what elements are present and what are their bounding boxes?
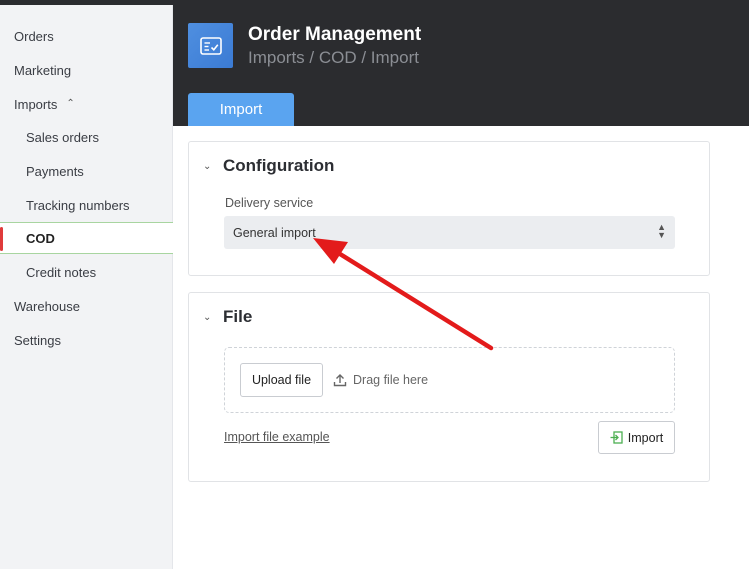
chevron-down-icon: ⌄ xyxy=(203,311,212,323)
sidebar-item-warehouse[interactable]: Warehouse xyxy=(0,290,173,322)
section-title: Configuration xyxy=(223,156,335,175)
import-icon xyxy=(610,431,623,444)
configuration-header[interactable]: ⌄ Configuration xyxy=(203,156,334,176)
sidebar-item-payments[interactable]: Payments xyxy=(0,155,173,187)
file-header[interactable]: ⌄ File xyxy=(203,307,252,327)
sidebar-item-marketing[interactable]: Marketing xyxy=(0,54,173,86)
delivery-service-label: Delivery service xyxy=(225,196,314,210)
chevron-down-icon: ⌄ xyxy=(203,160,212,172)
sidebar-item-sales-orders[interactable]: Sales orders xyxy=(0,121,173,153)
delivery-service-select[interactable]: General import ▲ ▼ xyxy=(224,216,675,249)
sidebar-item-label: Orders xyxy=(14,28,54,44)
sidebar-item-label: Credit notes xyxy=(26,264,97,280)
page-title: Order Management xyxy=(248,24,422,45)
sidebar-item-label: Payments xyxy=(26,163,84,179)
sidebar-item-label: Sales orders xyxy=(26,129,99,145)
configuration-card: ⌄ Configuration Delivery service General… xyxy=(188,141,710,276)
sidebar-item-label: Tracking numbers xyxy=(26,197,130,213)
sidebar-item-label: Warehouse xyxy=(14,298,80,314)
file-dropzone[interactable]: Upload file Drag file here xyxy=(224,347,675,413)
sidebar-item-label: COD xyxy=(26,230,55,246)
drag-hint: Drag file here xyxy=(333,373,428,387)
file-card: ⌄ File Upload file Drag file here Import… xyxy=(188,292,710,482)
sidebar-item-settings[interactable]: Settings xyxy=(0,324,173,356)
drag-hint-text: Drag file here xyxy=(353,373,429,387)
import-button-label: Import xyxy=(627,430,664,445)
select-arrows-icon: ▲ ▼ xyxy=(657,222,666,240)
sidebar: Orders Marketing Imports ⌃ Sales orders P… xyxy=(0,5,173,569)
breadcrumb: Imports / COD / Import xyxy=(248,48,419,67)
import-file-example-link[interactable]: Import file example xyxy=(224,430,330,444)
sidebar-item-label: Imports xyxy=(14,96,58,112)
upload-icon xyxy=(333,374,347,387)
sidebar-item-credit-notes[interactable]: Credit notes xyxy=(0,256,173,288)
chevron-up-icon: ⌃ xyxy=(66,97,75,109)
select-value: General import xyxy=(233,225,316,240)
sidebar-item-orders[interactable]: Orders xyxy=(0,20,173,52)
sidebar-item-label: Settings xyxy=(14,332,61,348)
sidebar-item-imports[interactable]: Imports ⌃ xyxy=(0,88,173,120)
import-button[interactable]: Import xyxy=(598,421,675,454)
order-management-icon xyxy=(188,23,233,68)
page-header: Order Management Imports / COD / Import … xyxy=(173,5,749,126)
upload-file-button[interactable]: Upload file xyxy=(240,363,323,397)
tab-import[interactable]: Import xyxy=(188,93,294,126)
sidebar-item-cod[interactable]: COD xyxy=(0,222,173,254)
sidebar-item-tracking-numbers[interactable]: Tracking numbers xyxy=(0,189,173,221)
section-title: File xyxy=(223,307,253,326)
sidebar-item-label: Marketing xyxy=(14,62,72,78)
